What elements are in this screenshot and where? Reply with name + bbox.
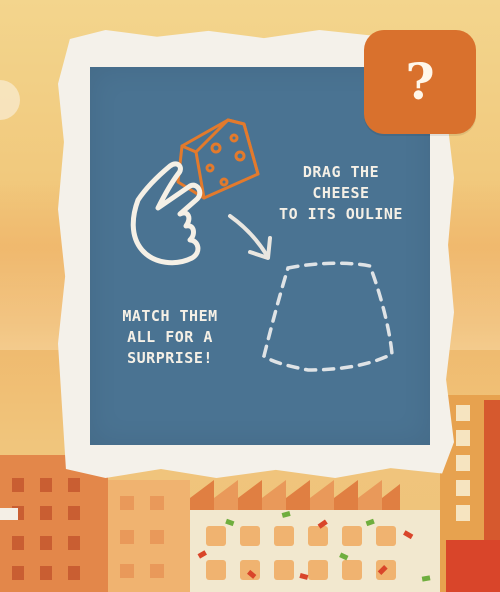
- help-button[interactable]: ?: [364, 30, 476, 134]
- building-window: [40, 506, 52, 520]
- building-window: [12, 478, 24, 492]
- building-window: [150, 496, 164, 510]
- building-sign: [0, 508, 18, 520]
- building-window: [150, 530, 164, 544]
- building-window: [12, 566, 24, 580]
- building-window: [456, 430, 470, 446]
- building-window: [150, 564, 164, 578]
- building-window: [68, 478, 80, 492]
- building-window: [120, 564, 134, 578]
- building-window: [68, 566, 80, 580]
- building-window: [40, 478, 52, 492]
- sawtooth-roof: [190, 480, 400, 510]
- building-window: [12, 536, 24, 550]
- question-mark-icon: ?: [405, 52, 435, 111]
- building-window: [120, 530, 134, 544]
- hand-pointer-icon: [130, 161, 203, 266]
- building-window: [456, 480, 470, 496]
- building-window: [456, 405, 470, 421]
- confetti: [197, 511, 431, 582]
- building-window: [40, 566, 52, 580]
- building-window: [456, 455, 470, 471]
- building-window: [40, 536, 52, 550]
- instruction-match-text: MATCH THEM ALL FOR A SURPRISE!: [122, 307, 218, 367]
- dashed-outline-target-icon: [262, 261, 394, 372]
- instruction-drag-text: DRAG THE CHEESE TO ITS OULINE: [279, 163, 403, 223]
- building-window: [456, 505, 470, 521]
- building-window: [120, 496, 134, 510]
- building-window: [68, 506, 80, 520]
- building-window: [68, 536, 80, 550]
- building-awning: [446, 540, 500, 592]
